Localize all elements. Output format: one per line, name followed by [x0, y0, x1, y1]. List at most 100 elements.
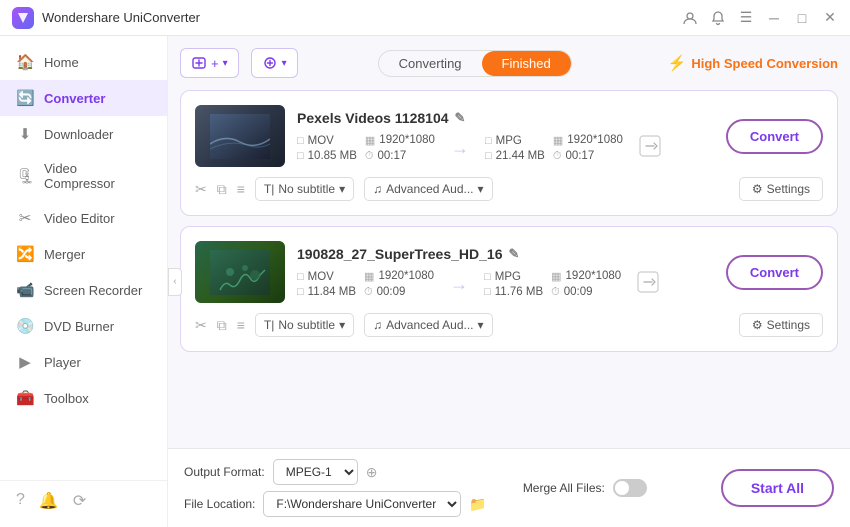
file1-input-res-meta: ▦ 1920*1080 ⏱ 00:17	[365, 134, 435, 163]
arrow-icon-2: →	[450, 274, 468, 295]
lightning-icon: ⚡	[668, 54, 687, 72]
file1-title: Pexels Videos 1128104 ✎	[297, 110, 714, 126]
settings-button-1[interactable]: ⚙ Settings	[739, 177, 823, 201]
sidebar-item-converter[interactable]: 🔄 Converter	[0, 80, 167, 116]
f2-dur-icon: ⏱	[364, 286, 373, 299]
out-dur-icon: ⏱	[553, 150, 562, 163]
file1-info: Pexels Videos 1128104 ✎ □ MOV	[297, 110, 714, 163]
file-location-select[interactable]: F:\Wondershare UniConverter	[263, 491, 461, 517]
audio-select-2[interactable]: ♫ Advanced Aud... ▾	[364, 313, 492, 337]
add-files-label: +	[211, 56, 219, 71]
file2-input-res: 1920*1080	[378, 270, 434, 282]
sidebar-label-converter: Converter	[44, 91, 105, 106]
list-icon-2[interactable]: ≡	[237, 317, 245, 333]
sidebar-item-downloader[interactable]: ⬇ Downloader	[0, 116, 167, 152]
file-card-2: 190828_27_SuperTrees_HD_16 ✎ □ MOV	[180, 226, 838, 352]
arrow-icon-1: →	[451, 138, 469, 159]
user-icon[interactable]	[682, 10, 698, 26]
file1-output-res: 1920*1080	[567, 134, 623, 146]
file1-input-size: 10.85 MB	[308, 150, 357, 162]
tab-finished[interactable]: Finished	[482, 51, 571, 76]
player-icon: ▶	[16, 353, 34, 371]
file1-output-res-meta: ▦ 1920*1080 ⏱ 00:17	[553, 134, 623, 163]
tab-converting[interactable]: Converting	[379, 51, 482, 76]
encode-icon-1	[639, 135, 661, 162]
output-format-row: Output Format: MPEG-1 ⊕	[184, 459, 487, 485]
file2-output-format: MPG	[495, 271, 521, 283]
high-speed-conversion[interactable]: ⚡ High Speed Conversion	[668, 54, 838, 72]
subtitle-select-2[interactable]: T| No subtitle ▾	[255, 313, 354, 337]
sync-icon[interactable]: ⟳	[73, 491, 86, 511]
sidebar-item-home[interactable]: 🏠 Home	[0, 44, 167, 80]
sidebar-item-dvd-burner[interactable]: 💿 DVD Burner	[0, 308, 167, 344]
size-icon: □	[297, 150, 304, 162]
subtitle-select-1[interactable]: T| No subtitle ▾	[255, 177, 354, 201]
audio-chevron: ▾	[478, 182, 484, 196]
copy-icon-1[interactable]: ⧉	[217, 181, 227, 198]
subtitle-chevron-2: ▾	[339, 318, 345, 332]
output-format-select[interactable]: MPEG-1	[273, 459, 358, 485]
sidebar-item-player[interactable]: ▶ Player	[0, 344, 167, 380]
bell-footer-icon[interactable]: 🔔	[39, 491, 59, 511]
audio-label-1: Advanced Aud...	[386, 182, 473, 196]
sidebar-item-video-compressor[interactable]: 🗜 Video Compressor	[0, 152, 167, 200]
sidebar-item-screen-recorder[interactable]: 📹 Screen Recorder	[0, 272, 167, 308]
sidebar-footer: ? 🔔 ⟳	[0, 480, 167, 519]
file1-input-size-row: □ 10.85 MB	[297, 150, 357, 162]
thumb-image-1	[195, 105, 285, 167]
sidebar-item-merger[interactable]: 🔀 Merger	[0, 236, 167, 272]
audio-chevron-2: ▾	[478, 318, 484, 332]
f2-format-icon: □	[297, 271, 304, 283]
settings-button-2[interactable]: ⚙ Settings	[739, 313, 823, 337]
add-files-button[interactable]: + ▾	[180, 48, 239, 78]
copy-icon-2[interactable]: ⧉	[217, 317, 227, 334]
menu-icon[interactable]: ☰	[738, 10, 754, 26]
bell-icon[interactable]	[710, 10, 726, 26]
high-speed-label: High Speed Conversion	[691, 56, 838, 71]
editor-icon: ✂	[16, 209, 34, 227]
merge-toggle[interactable]	[613, 479, 647, 497]
toolbar: + ▾ ▾ Converting Finished	[180, 48, 838, 78]
settings-chevron: ▾	[282, 58, 287, 69]
list-icon-1[interactable]: ≡	[237, 181, 245, 197]
subtitle-icon-2: T|	[264, 318, 274, 332]
out-res-icon: ▦	[553, 134, 563, 147]
folder-icon[interactable]: 📁	[469, 496, 486, 513]
file2-input-size-row: □ 11.84 MB	[297, 286, 356, 298]
sidebar-label-recorder: Screen Recorder	[44, 283, 142, 298]
edit-icon-2[interactable]: ✎	[509, 246, 520, 262]
file1-res-row: ▦ 1920*1080	[365, 134, 435, 147]
sidebar: 🏠 Home 🔄 Converter ⬇ Downloader 🗜 Video …	[0, 36, 168, 527]
sidebar-label-toolbox: Toolbox	[44, 391, 89, 406]
sidebar-label-merger: Merger	[44, 247, 85, 262]
converter-icon: 🔄	[16, 89, 34, 107]
add-settings-button[interactable]: ▾	[251, 48, 298, 78]
app-title: Wondershare UniConverter	[42, 10, 682, 25]
cut-icon-1[interactable]: ✂	[195, 181, 207, 198]
file1-output-format: MPG	[496, 135, 522, 147]
file2-out-dur-row: ⏱ 00:09	[551, 286, 621, 299]
minimize-icon[interactable]: ─	[766, 10, 782, 26]
screen-recorder-icon: 📹	[16, 281, 34, 299]
maximize-icon[interactable]: □	[794, 10, 810, 26]
file1-out-dur-row: ⏱ 00:17	[553, 150, 623, 163]
audio-select-1[interactable]: ♫ Advanced Aud... ▾	[364, 177, 492, 201]
sidebar-item-video-editor[interactable]: ✂ Video Editor	[0, 200, 167, 236]
edit-icon-1[interactable]: ✎	[455, 110, 466, 126]
output-format-label: Output Format:	[184, 465, 265, 479]
question-icon[interactable]: ?	[16, 491, 25, 511]
merge-row: Merge All Files:	[523, 479, 647, 497]
sidebar-label-dvd: DVD Burner	[44, 319, 114, 334]
file1-duration-row: ⏱ 00:17	[365, 150, 435, 163]
f2-out-res-icon: ▦	[551, 270, 561, 283]
sidebar-item-toolbox[interactable]: 🧰 Toolbox	[0, 380, 167, 416]
thumbnail-2	[195, 241, 285, 303]
start-all-button[interactable]: Start All	[721, 469, 834, 507]
out-size-icon: □	[485, 150, 492, 162]
file1-out-res-row: ▦ 1920*1080	[553, 134, 623, 147]
convert-button-1[interactable]: Convert	[726, 119, 823, 154]
close-icon[interactable]: ✕	[822, 10, 838, 26]
cut-icon-2[interactable]: ✂	[195, 317, 207, 334]
convert-button-2[interactable]: Convert	[726, 255, 823, 290]
sidebar-collapse-button[interactable]: ‹	[168, 268, 182, 296]
